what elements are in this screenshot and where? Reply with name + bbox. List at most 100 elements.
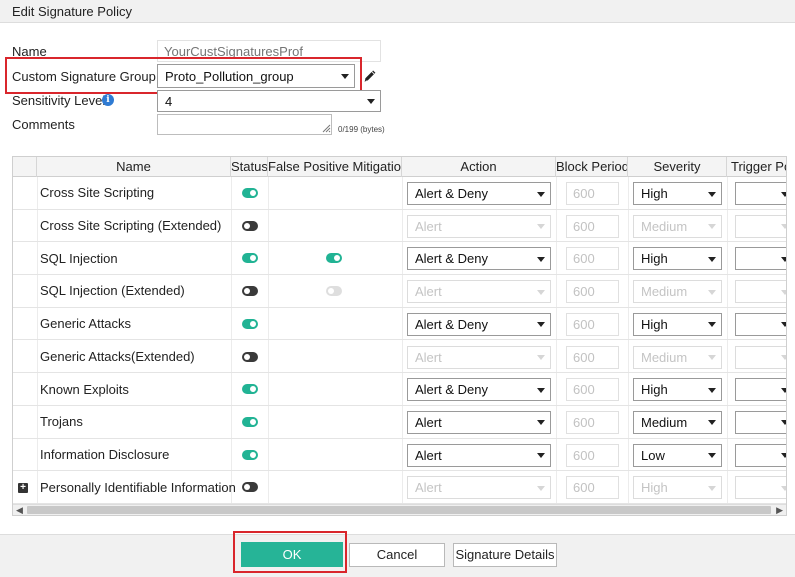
table-row[interactable]: Cross Site Scripting Alert & Deny 600 High [13,177,786,210]
table-row[interactable]: + Personally Identifiable Information Aler… [13,471,786,504]
status-toggle[interactable] [242,351,258,362]
severity-select[interactable]: High [633,312,722,336]
status-toggle[interactable] [242,449,258,460]
action-value: Alert & Deny [415,316,488,332]
header-status[interactable]: Status [231,157,268,177]
severity-select[interactable]: High [633,378,722,402]
action-value: Alert [415,284,442,300]
block-period-field: 600 [566,410,619,434]
action-select: Alert [407,280,551,304]
comments-label: Comments [12,117,75,132]
name-field[interactable] [157,40,381,62]
trigger-policy-select[interactable] [735,410,786,434]
severity-select: Medium [633,345,722,369]
table-row[interactable]: SQL Injection (Extended) Alert 600 Medium [13,275,786,308]
action-select[interactable]: Alert & Deny [407,312,551,336]
table-row[interactable]: Cross Site Scripting (Extended) Alert 600 M… [13,210,786,243]
cancel-button[interactable]: Cancel [349,543,445,567]
table-row[interactable]: Trojans Alert 600 Medium [13,406,786,439]
sensitivity-level-select[interactable]: 4 [157,90,381,112]
status-toggle[interactable] [242,482,258,493]
scroll-right-icon[interactable]: ▶ [776,505,783,515]
severity-value: High [641,480,668,496]
trigger-policy-select[interactable] [735,378,786,402]
severity-select[interactable]: High [633,182,722,205]
chevron-down-icon [708,322,716,328]
chevron-down-icon [781,322,786,328]
severity-select: High [633,476,722,500]
header-trigger-policy[interactable]: Trigger Pol [727,157,786,177]
expand-plus-icon[interactable]: + [18,483,28,494]
status-toggle[interactable] [242,286,258,297]
chevron-down-icon [708,191,716,197]
status-toggle[interactable] [242,220,258,231]
table-row[interactable]: Information Disclosure Alert 600 Low [13,439,786,472]
chevron-down-icon [708,485,716,491]
table-row[interactable]: Generic Attacks Alert & Deny 600 High [13,308,786,341]
block-period-field: 600 [566,476,619,500]
severity-select[interactable]: Low [633,443,722,467]
header-action[interactable]: Action [402,157,556,177]
chevron-down-icon [708,453,716,459]
resize-grip-icon[interactable] [322,124,331,133]
table-row[interactable]: Generic Attacks(Extended) Alert 600 Medium [13,341,786,374]
chevron-down-icon [708,289,716,295]
scroll-left-icon[interactable]: ◀ [16,505,23,515]
chevron-down-icon [781,289,786,295]
block-period-field: 600 [566,247,619,271]
group-value: Proto_Pollution_group [165,68,294,84]
table-row[interactable]: SQL Injection Alert & Deny 600 High [13,242,786,276]
status-toggle[interactable] [242,384,258,395]
false-positive-toggle[interactable] [326,253,342,264]
severity-select: Medium [633,214,722,238]
signature-details-button[interactable]: Signature Details [453,543,557,567]
severity-select[interactable]: Medium [633,410,722,434]
action-select[interactable]: Alert & Deny [407,247,551,271]
row-name: Generic Attacks(Extended) [40,348,195,364]
ok-button[interactable]: OK [241,542,343,567]
status-toggle[interactable] [242,188,258,198]
chevron-down-icon [537,191,545,197]
trigger-policy-select[interactable] [735,312,786,336]
dialog-title: Edit Signature Policy [12,4,132,19]
name-label: Name [12,44,47,59]
action-select[interactable]: Alert & Deny [407,378,551,402]
edit-pencil-icon[interactable] [363,70,376,83]
trigger-policy-select [735,280,786,304]
scrollbar-thumb[interactable] [27,506,771,514]
header-spacer [13,157,37,177]
sensitivity-value: 4 [165,93,173,109]
chevron-down-icon [537,355,545,360]
info-icon[interactable]: i [102,94,114,106]
action-select[interactable]: Alert & Deny [407,182,551,205]
header-block-period[interactable]: Block Period [556,157,628,177]
comments-field[interactable] [157,114,332,135]
horizontal-scrollbar[interactable]: ◀ ▶ [13,504,786,515]
header-name[interactable]: Name [37,157,231,177]
action-value: Alert [415,218,442,234]
block-period-field: 600 [566,312,619,336]
header-severity[interactable]: Severity [628,157,727,177]
action-value: Alert [415,414,442,430]
false-positive-toggle [326,286,342,297]
row-name: SQL Injection (Extended) [40,283,185,299]
trigger-policy-select[interactable] [735,247,786,271]
table-row[interactable]: Known Exploits Alert & Deny 600 High [13,373,786,406]
header-false-positive[interactable]: False Positive Mitigation [268,157,402,177]
severity-value: High [641,316,668,332]
severity-value: Medium [641,414,688,430]
trigger-policy-select[interactable] [735,182,786,205]
severity-value: Medium [641,218,688,234]
status-toggle[interactable] [242,416,258,427]
severity-select[interactable]: High [633,247,722,271]
custom-signature-group-select[interactable]: Proto_Pollution_group [157,64,355,88]
action-select[interactable]: Alert [407,443,551,467]
dialog-title-bar: Edit Signature Policy [0,0,795,23]
status-toggle[interactable] [242,318,258,329]
severity-value: High [641,382,668,398]
table-header: Name Status False Positive Mitigation Ac… [13,157,786,177]
trigger-policy-select[interactable] [735,443,786,467]
action-value: Alert & Deny [415,251,488,267]
status-toggle[interactable] [242,253,258,264]
action-select[interactable]: Alert [407,410,551,434]
